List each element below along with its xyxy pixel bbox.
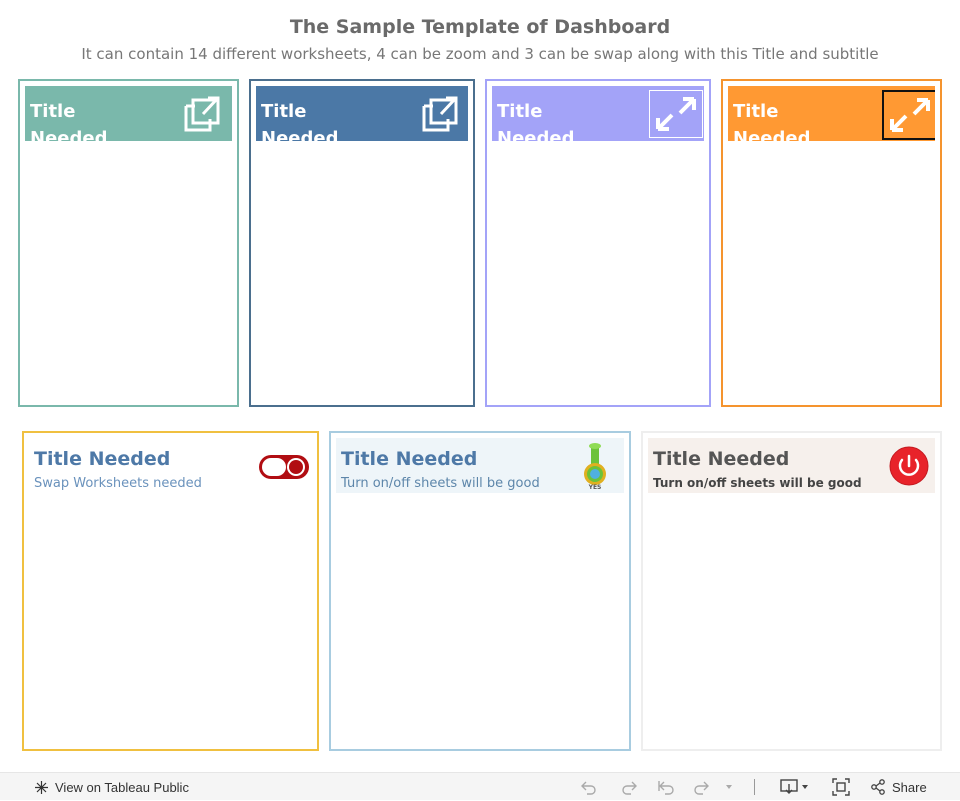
fullscreen-button[interactable] bbox=[832, 773, 850, 801]
bottom-card-3: Title Needed Turn on/off sheets will be … bbox=[641, 431, 942, 751]
card-title: Title Needed bbox=[261, 101, 339, 141]
share-icon bbox=[870, 779, 886, 795]
top-card-1: Title Needed bbox=[18, 79, 239, 407]
lever-yes-label: YES bbox=[588, 484, 602, 491]
download-button[interactable] bbox=[780, 773, 812, 801]
card-header: Title Needed Turn on/off sheets will be … bbox=[648, 438, 935, 493]
dashboard-subtitle: It can contain 14 different worksheets, … bbox=[81, 45, 879, 63]
card-subtitle: Turn on/off sheets will be good bbox=[341, 476, 540, 491]
card-title: Title Needed bbox=[34, 448, 171, 470]
undo-button[interactable] bbox=[580, 773, 598, 801]
card-header: Title Needed Turn on/off sheets will be … bbox=[336, 438, 624, 493]
card-title: Title Needed bbox=[733, 101, 811, 141]
card-header: Title Needed bbox=[25, 86, 232, 141]
view-on-tableau-label: View on Tableau Public bbox=[55, 779, 189, 795]
card-subtitle: Swap Worksheets needed bbox=[34, 476, 202, 491]
refresh-button[interactable] bbox=[694, 773, 734, 801]
card-header: Title Needed bbox=[256, 86, 468, 141]
share-label: Share bbox=[892, 779, 927, 795]
top-card-4: Title Needed bbox=[721, 79, 942, 407]
view-on-tableau-link[interactable]: View on Tableau Public bbox=[34, 773, 189, 801]
toolbar-divider bbox=[754, 773, 755, 801]
revert-button[interactable] bbox=[656, 773, 676, 801]
dashboard-title: The Sample Template of Dashboard bbox=[289, 16, 671, 38]
card-header: Title Needed bbox=[492, 86, 704, 141]
toggle-switch-icon[interactable] bbox=[257, 452, 311, 482]
redo-button[interactable] bbox=[620, 773, 638, 801]
external-link-icon[interactable] bbox=[180, 92, 228, 136]
card-header: Title Needed bbox=[728, 86, 935, 141]
card-subtitle: Turn on/off sheets will be good bbox=[653, 476, 862, 490]
top-card-2: Title Needed bbox=[249, 79, 475, 407]
lever-switch-icon[interactable]: YES bbox=[581, 442, 609, 492]
bottom-card-1: Title Needed Swap Worksheets needed bbox=[22, 431, 319, 751]
tableau-logo-icon bbox=[34, 780, 49, 795]
top-card-3: Title Needed bbox=[485, 79, 711, 407]
card-title: Title Needed bbox=[497, 101, 575, 141]
card-title: Title Needed bbox=[341, 448, 478, 470]
card-title: Title Needed bbox=[653, 448, 790, 470]
power-button-icon[interactable] bbox=[888, 445, 930, 487]
bottom-card-2: Title Needed Turn on/off sheets will be … bbox=[329, 431, 631, 751]
share-button[interactable]: Share bbox=[870, 773, 927, 801]
card-header: Title Needed Swap Worksheets needed bbox=[29, 438, 312, 493]
expand-arrows-icon[interactable] bbox=[882, 90, 935, 140]
expand-arrows-icon[interactable] bbox=[649, 90, 703, 138]
card-title: Title Needed bbox=[30, 101, 108, 141]
footer-toolbar: View on Tableau Public Share bbox=[0, 772, 960, 800]
external-link-icon[interactable] bbox=[418, 92, 466, 136]
